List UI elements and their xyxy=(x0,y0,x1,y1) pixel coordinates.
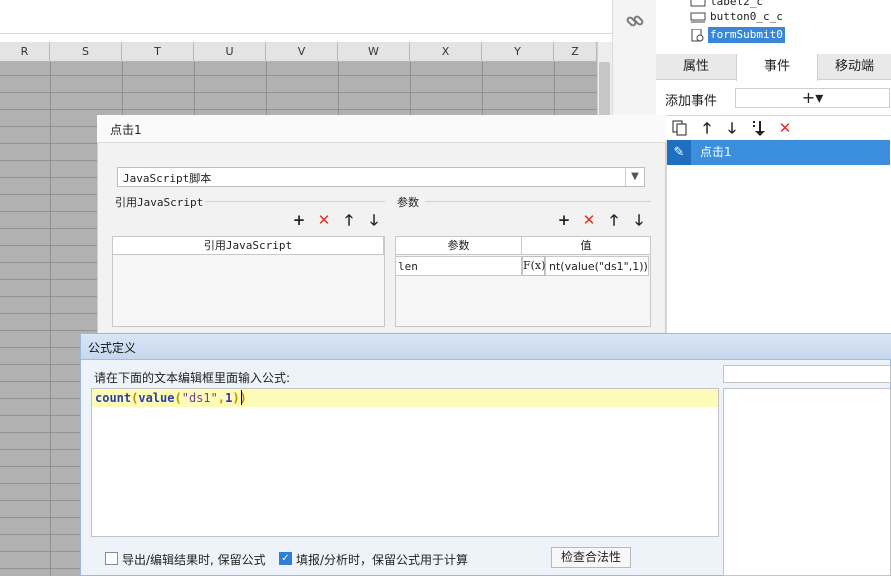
params-table: 参数 值 xyxy=(395,236,651,327)
arrow-up-icon[interactable]: 🡑 xyxy=(340,211,358,229)
tree-item-label: formSubmit0 xyxy=(708,27,785,43)
property-tabs: 属性 事件 移动端 xyxy=(656,54,891,81)
formula-prompt: 请在下面的文本编辑框里面输入公式: xyxy=(94,371,291,385)
component-tree: label2_c button0_c_c formSubmit0 xyxy=(656,0,891,46)
column-header[interactable]: X xyxy=(410,42,482,62)
event-item-label: 点击1 xyxy=(700,145,732,159)
move-bottom-icon[interactable] xyxy=(749,119,767,137)
param-value-cell[interactable]: nt(value("ds1",1)) xyxy=(545,256,649,276)
delete-icon[interactable]: ✕ xyxy=(315,211,333,229)
label-icon xyxy=(690,0,706,8)
section-divider xyxy=(205,201,385,202)
arrow-down-icon[interactable]: 🡓 xyxy=(723,119,741,137)
formula-token: value xyxy=(138,391,175,405)
arrow-down-icon[interactable]: 🡓 xyxy=(365,211,383,229)
function-search-input[interactable] xyxy=(723,365,891,383)
section-divider xyxy=(425,201,651,202)
tab-properties[interactable]: 属性 xyxy=(656,54,736,80)
formula-dialog-titlebar[interactable] xyxy=(81,334,891,360)
link-icon[interactable] xyxy=(625,11,645,31)
column-header[interactable]: S xyxy=(50,42,122,62)
sheet-toolbar-area xyxy=(0,0,612,34)
event-toolbar: 🡑 🡓 ✕ xyxy=(666,115,891,139)
arrow-up-icon[interactable]: 🡑 xyxy=(605,211,623,229)
check-validity-button[interactable]: 检查合法性 xyxy=(551,547,631,568)
event-dialog-title: 点击1 xyxy=(110,123,142,137)
tree-item-label: button0_c_c xyxy=(710,10,783,23)
ref-js-table: 引用JavaScript xyxy=(112,236,385,327)
formula-token: , xyxy=(217,391,226,405)
sheet-scroll-thumb[interactable] xyxy=(599,62,610,116)
fill-keep-formula-checkbox[interactable]: ✓ xyxy=(279,552,292,565)
formula-token: )) xyxy=(232,391,247,405)
add-event-label: 添加事件 xyxy=(665,94,718,109)
params-value-header[interactable]: 值 xyxy=(522,237,650,255)
column-header[interactable]: R xyxy=(0,42,50,62)
formula-token: count xyxy=(95,391,132,405)
column-header-bar: R S T U V W X Y Z xyxy=(0,42,597,62)
plus-icon[interactable]: + xyxy=(290,211,308,229)
tab-mobile[interactable]: 移动端 xyxy=(818,54,891,80)
formula-editor[interactable] xyxy=(91,388,719,537)
formula-fx-button[interactable]: F(x) xyxy=(522,256,545,276)
params-section-label: 参数 xyxy=(397,196,419,209)
copy-icon[interactable] xyxy=(671,119,689,137)
form-submit-icon xyxy=(690,28,706,42)
export-keep-formula-checkbox[interactable] xyxy=(105,552,118,565)
chevron-down-icon[interactable]: ▼ xyxy=(625,168,644,186)
delete-icon[interactable]: ✕ xyxy=(580,211,598,229)
formula-token: "ds1" xyxy=(181,391,218,405)
column-header[interactable]: U xyxy=(194,42,266,62)
params-name-header[interactable]: 参数 xyxy=(396,237,522,255)
delete-icon[interactable]: ✕ xyxy=(776,119,794,137)
formula-dialog-title: 公式定义 xyxy=(88,341,137,355)
formula-text[interactable]: count(value("ds1",1)) xyxy=(95,389,247,407)
formula-token: ( xyxy=(174,391,182,405)
column-header[interactable]: T xyxy=(122,42,194,62)
column-header[interactable]: Z xyxy=(554,42,597,62)
event-dialog-titlebar[interactable] xyxy=(97,115,666,143)
script-type-value: JavaScript脚本 xyxy=(123,172,212,185)
export-keep-formula-label: 导出/编辑结果时, 保留公式 xyxy=(122,553,266,567)
column-header[interactable]: Y xyxy=(482,42,554,62)
param-name-cell[interactable]: len xyxy=(395,256,522,276)
text-caret xyxy=(241,390,242,405)
function-list[interactable] xyxy=(723,388,891,576)
pencil-icon: ✎ xyxy=(667,140,691,165)
fill-keep-formula-label: 填报/分析时，保留公式用于计算 xyxy=(296,553,469,567)
arrow-up-icon[interactable]: 🡑 xyxy=(698,119,716,137)
button-icon xyxy=(690,11,706,23)
arrow-down-icon[interactable]: 🡓 xyxy=(630,211,648,229)
column-header[interactable]: V xyxy=(266,42,338,62)
column-header[interactable]: W xyxy=(338,42,410,62)
tab-events[interactable]: 事件 xyxy=(736,54,818,81)
ref-js-column-header[interactable]: 引用JavaScript xyxy=(113,237,384,255)
ref-js-section-label: 引用JavaScript xyxy=(115,196,204,209)
plus-icon[interactable]: + xyxy=(555,211,573,229)
add-event-button[interactable]: +▾ xyxy=(735,88,890,108)
